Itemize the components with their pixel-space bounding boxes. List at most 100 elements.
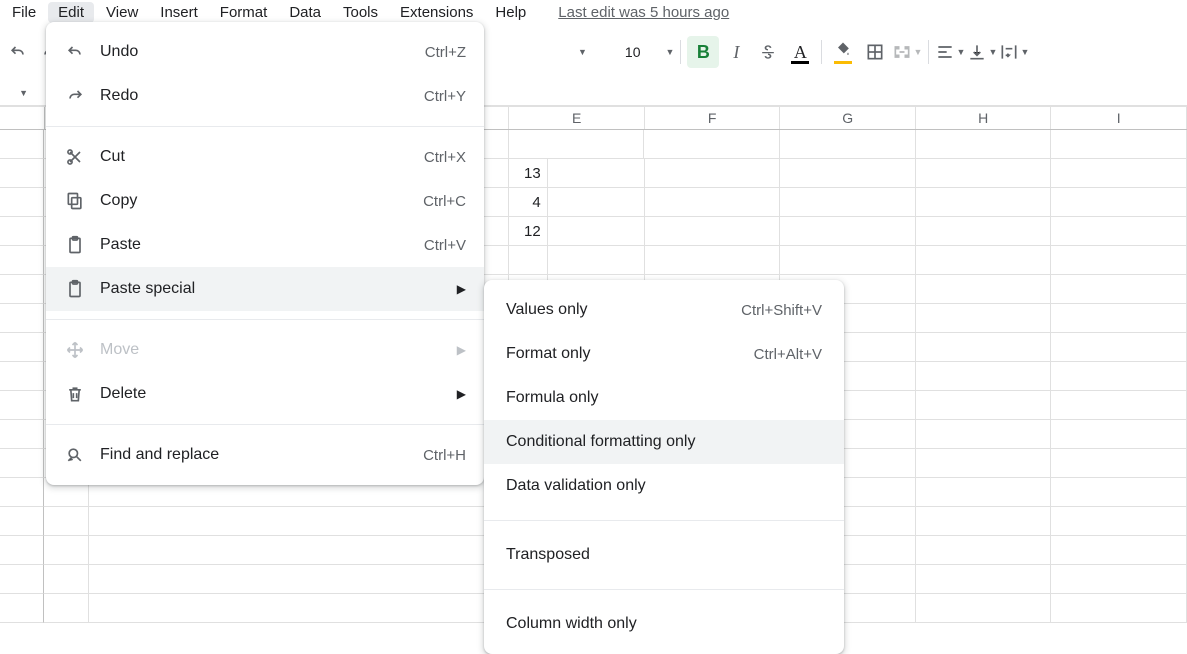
last-edit-link[interactable]: Last edit was 5 hours ago (558, 4, 729, 21)
row-header[interactable] (0, 130, 44, 159)
cell[interactable] (44, 536, 89, 565)
cell[interactable] (645, 217, 781, 246)
menu-item-paste[interactable]: Paste Ctrl+V (46, 223, 484, 267)
cell[interactable] (1051, 217, 1187, 246)
row-header[interactable] (0, 159, 44, 188)
cell[interactable] (1051, 507, 1187, 536)
col-header-h[interactable]: H (916, 107, 1052, 129)
cell[interactable] (89, 594, 508, 623)
col-header-g[interactable]: G (780, 107, 916, 129)
menu-item-format-only[interactable]: Format only Ctrl+Alt+V (484, 332, 844, 376)
menu-item-paste-special[interactable]: Paste special ▶ (46, 267, 484, 311)
cell[interactable] (780, 159, 916, 188)
col-header-i[interactable]: I (1051, 107, 1187, 129)
cell[interactable] (916, 159, 1052, 188)
cell[interactable]: 4 (509, 188, 548, 217)
cell[interactable] (1051, 594, 1187, 623)
cell[interactable] (1051, 449, 1187, 478)
row-header[interactable] (0, 594, 44, 623)
row-header[interactable] (0, 565, 44, 594)
cell[interactable]: 13 (509, 159, 548, 188)
cell[interactable] (509, 246, 548, 275)
bold-button[interactable]: B (687, 36, 719, 68)
cell[interactable] (916, 130, 1052, 159)
cell[interactable] (916, 420, 1052, 449)
chevron-down-icon[interactable]: ▼ (578, 47, 587, 57)
menu-item-undo[interactable]: Undo Ctrl+Z (46, 30, 484, 74)
cell[interactable] (780, 246, 916, 275)
text-color-button[interactable]: A (785, 37, 815, 67)
cell[interactable]: 12 (509, 217, 548, 246)
menu-edit[interactable]: Edit (48, 2, 94, 23)
menu-item-copy[interactable]: Copy Ctrl+C (46, 179, 484, 223)
cell[interactable] (780, 130, 916, 159)
cell[interactable] (916, 449, 1052, 478)
menu-item-redo[interactable]: Redo Ctrl+Y (46, 74, 484, 118)
cell[interactable] (1051, 478, 1187, 507)
cell[interactable] (1051, 565, 1187, 594)
cell[interactable] (44, 507, 89, 536)
menu-item-transposed[interactable]: Transposed (484, 533, 844, 577)
row-header[interactable] (0, 246, 44, 275)
merge-cells-button[interactable]: ▼ (892, 37, 922, 67)
select-all-corner[interactable] (0, 107, 45, 129)
menu-item-formula-only[interactable]: Formula only (484, 376, 844, 420)
menu-format[interactable]: Format (210, 2, 278, 23)
cell[interactable] (916, 188, 1052, 217)
cell[interactable] (916, 333, 1052, 362)
menu-extensions[interactable]: Extensions (390, 2, 483, 23)
cell[interactable] (916, 478, 1052, 507)
cell[interactable] (1051, 246, 1187, 275)
col-header-e[interactable]: E (509, 107, 645, 129)
cell[interactable] (1051, 420, 1187, 449)
cell[interactable] (548, 159, 645, 188)
row-header[interactable] (0, 420, 44, 449)
row-header[interactable] (0, 478, 44, 507)
cell[interactable] (645, 188, 781, 217)
cell[interactable] (1051, 333, 1187, 362)
cell[interactable] (644, 130, 780, 159)
cell[interactable] (1051, 536, 1187, 565)
fill-color-button[interactable] (828, 37, 858, 67)
cell[interactable] (645, 159, 781, 188)
col-header-f[interactable]: F (645, 107, 781, 129)
cell[interactable] (89, 565, 508, 594)
row-header[interactable] (0, 304, 44, 333)
row-header[interactable] (0, 362, 44, 391)
cell[interactable] (916, 565, 1052, 594)
text-wrap-button[interactable]: ▼ (999, 37, 1029, 67)
cell[interactable] (548, 188, 645, 217)
row-header[interactable] (0, 507, 44, 536)
cell[interactable] (1051, 304, 1187, 333)
undo-button[interactable] (3, 37, 33, 67)
row-header[interactable] (0, 449, 44, 478)
cell[interactable] (916, 304, 1052, 333)
cell[interactable] (548, 246, 645, 275)
menu-item-cut[interactable]: Cut Ctrl+X (46, 135, 484, 179)
row-header[interactable] (0, 333, 44, 362)
menu-item-find-replace[interactable]: Find and replace Ctrl+H (46, 433, 484, 477)
cell[interactable] (916, 507, 1052, 536)
row-header[interactable] (0, 217, 44, 246)
cell[interactable] (1051, 275, 1187, 304)
cell[interactable] (916, 275, 1052, 304)
cell[interactable] (1051, 188, 1187, 217)
cell[interactable] (916, 391, 1052, 420)
cell[interactable] (1051, 130, 1187, 159)
menu-item-values-only[interactable]: Values only Ctrl+Shift+V (484, 288, 844, 332)
row-header[interactable] (0, 188, 44, 217)
menu-insert[interactable]: Insert (150, 2, 208, 23)
cell[interactable] (509, 130, 645, 159)
row-header[interactable] (0, 275, 44, 304)
cell[interactable] (1051, 391, 1187, 420)
row-header[interactable] (0, 391, 44, 420)
menu-tools[interactable]: Tools (333, 2, 388, 23)
menu-item-column-width-only[interactable]: Column width only (484, 602, 844, 646)
chevron-down-icon[interactable]: ▼ (666, 47, 675, 57)
cell[interactable] (916, 536, 1052, 565)
horizontal-align-button[interactable]: ▼ (935, 37, 965, 67)
cell[interactable] (44, 594, 89, 623)
name-box-dropdown[interactable]: ▼ (0, 80, 38, 106)
cell[interactable] (780, 188, 916, 217)
menu-file[interactable]: File (2, 2, 46, 23)
